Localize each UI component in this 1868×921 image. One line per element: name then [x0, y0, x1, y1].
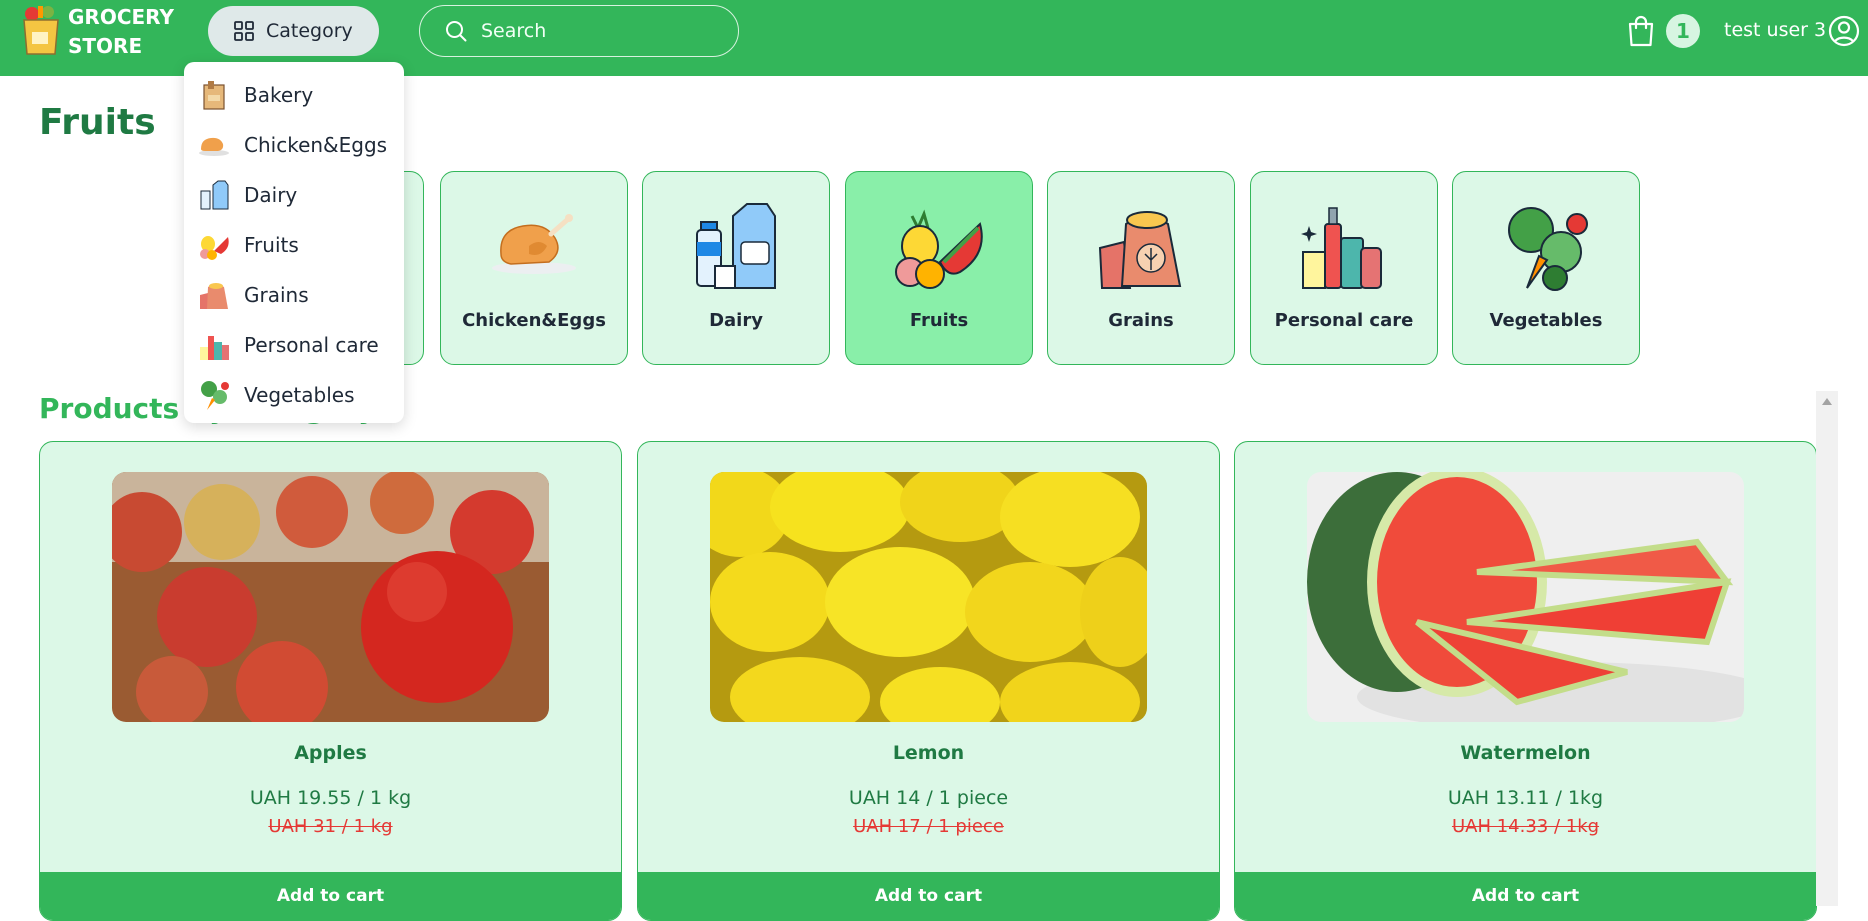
bread-bag-icon [203, 81, 225, 110]
product-name[interactable]: Lemon [638, 742, 1219, 764]
user-account-icon[interactable] [1828, 15, 1860, 47]
product-card-lemon[interactable]: Lemon UAH 14 / 1 piece UAH 17 / 1 piece … [637, 441, 1220, 921]
dropdown-item-label: Bakery [244, 83, 314, 107]
dropdown-item-bakery[interactable]: Bakery [184, 72, 404, 118]
dropdown-item-fruits[interactable]: Fruits [184, 222, 404, 268]
product-card-apples[interactable]: Apples UAH 19.55 / 1 kg UAH 31 / 1 kg Ad… [39, 441, 622, 921]
dropdown-item-label: Dairy [244, 183, 298, 207]
page-title: Fruits [39, 102, 156, 143]
product-price: UAH 14 / 1 piece [848, 787, 1009, 809]
scrollbar[interactable] [1816, 391, 1838, 906]
dropdown-item-label: Chicken&Eggs [244, 133, 388, 157]
dropdown-item-vegetables[interactable]: Vegetables [184, 372, 404, 418]
category-card-fruits[interactable]: Fruits [845, 171, 1033, 365]
category-label: Dairy [709, 310, 763, 331]
shopping-bag-icon[interactable] [1626, 15, 1656, 47]
category-label: Vegetables [1489, 310, 1603, 331]
grocery-bag-logo-icon[interactable] [18, 4, 64, 56]
grid-icon [234, 21, 254, 41]
lemons-photo[interactable] [710, 472, 1147, 722]
product-old-price: UAH 14.33 / 1kg [1451, 816, 1600, 837]
search-icon [446, 21, 467, 42]
store-name-line1: GROCERY [68, 5, 174, 29]
search-input[interactable] [481, 20, 711, 42]
roast-chicken-icon [492, 214, 576, 274]
dropdown-item-dairy[interactable]: Dairy [184, 172, 404, 218]
milk-carton-icon [696, 203, 776, 289]
category-label: Personal care [1274, 310, 1414, 331]
vegetables-icon [201, 381, 229, 410]
store-name[interactable]: GROCERY STORE [68, 3, 174, 61]
category-card-personal-care[interactable]: Personal care [1250, 171, 1438, 365]
toiletries-icon [1301, 207, 1382, 289]
dropdown-item-label: Fruits [244, 233, 299, 257]
grain-sack-icon [1098, 211, 1182, 289]
toiletries-icon [200, 336, 229, 360]
product-old-price: UAH 31 / 1 kg [268, 816, 393, 837]
roast-chicken-icon [199, 137, 229, 156]
add-to-cart-button[interactable]: Add to cart [638, 872, 1219, 920]
category-dropdown-menu: Bakery Chicken&Eggs Dairy Fruits Grains [184, 62, 404, 423]
store-name-line2: STORE [68, 34, 143, 58]
category-menu-label: Category [266, 20, 353, 42]
product-card-watermelon[interactable]: Watermelon UAH 13.11 / 1kg UAH 14.33 / 1… [1234, 441, 1817, 921]
fruits-icon [200, 236, 229, 260]
category-label: Chicken&Eggs [462, 310, 606, 331]
dropdown-item-label: Grains [244, 283, 309, 307]
dropdown-item-label: Personal care [244, 333, 379, 357]
category-label: Fruits [909, 310, 969, 331]
apples-photo[interactable] [112, 472, 549, 722]
watermelon-photo[interactable] [1307, 472, 1744, 722]
dropdown-item-chicken-eggs[interactable]: Chicken&Eggs [184, 122, 404, 168]
product-price: UAH 19.55 / 1 kg [249, 787, 412, 809]
scroll-up-arrow-icon[interactable] [1822, 398, 1832, 405]
add-to-cart-button[interactable]: Add to cart [40, 872, 621, 920]
product-name[interactable]: Watermelon [1235, 742, 1816, 764]
milk-carton-icon [200, 180, 229, 210]
category-card-vegetables[interactable]: Vegetables [1452, 171, 1640, 365]
username[interactable]: test user 3 [1724, 19, 1826, 41]
vegetables-icon [1508, 207, 1588, 291]
dropdown-item-label: Vegetables [244, 383, 355, 407]
category-card-chicken-eggs[interactable]: Chicken&Eggs [440, 171, 628, 365]
product-name[interactable]: Apples [40, 742, 621, 764]
dropdown-item-personal-care[interactable]: Personal care [184, 322, 404, 368]
cart-count-badge[interactable]: 1 [1666, 14, 1700, 48]
product-old-price: UAH 17 / 1 piece [853, 816, 1004, 837]
category-card-dairy[interactable]: Dairy [642, 171, 830, 365]
category-card-grains[interactable]: Grains [1047, 171, 1235, 365]
search-box[interactable] [419, 5, 739, 57]
add-to-cart-button[interactable]: Add to cart [1235, 872, 1816, 920]
fruits-icon [895, 209, 983, 289]
dropdown-item-grains[interactable]: Grains [184, 272, 404, 318]
grain-sack-icon [200, 283, 228, 309]
category-menu-button[interactable]: Category [208, 6, 379, 56]
category-label: Grains [1108, 310, 1174, 331]
product-price: UAH 13.11 / 1kg [1447, 787, 1604, 809]
